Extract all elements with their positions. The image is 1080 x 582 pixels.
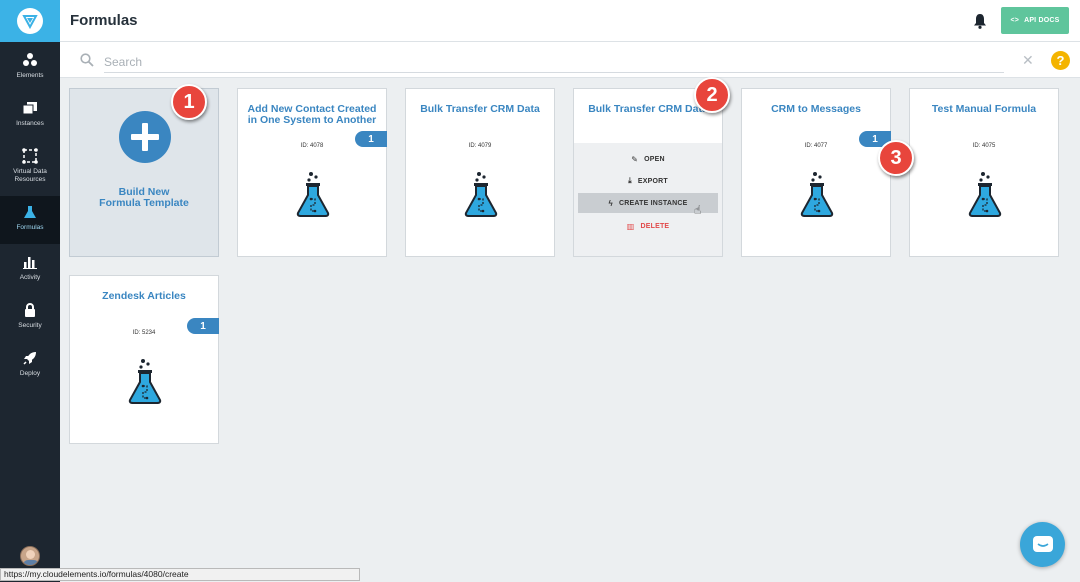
formula-title: Bulk Transfer CRM Data xyxy=(588,103,708,115)
plus-icon xyxy=(119,111,171,163)
card-action-menu: ✎ OPEN ⤓ EXPORT ϟ CREATE INSTANCE ▥ DELE… xyxy=(574,143,722,256)
flask-icon xyxy=(800,172,834,217)
build-formula-label: Build New Formula Template xyxy=(99,186,189,209)
status-url: https://my.cloudelements.io/formulas/408… xyxy=(0,568,360,581)
sidebar-item-instances[interactable]: Instances xyxy=(0,92,60,140)
formula-card[interactable]: Zendesk Articles ID: 5234 1 xyxy=(69,275,219,444)
hand-cursor-icon: ☝ xyxy=(694,203,702,217)
sidebar-item-elements[interactable]: Elements xyxy=(0,44,60,92)
api-docs-label: API DOCS xyxy=(1024,17,1060,24)
code-icon: <> xyxy=(1010,17,1020,24)
formula-card[interactable]: Bulk Transfer CRM Data ID: 4079 xyxy=(405,88,555,257)
elements-icon xyxy=(22,50,38,70)
logo-icon xyxy=(17,8,43,34)
formula-title: Add New Contact Created in One System to… xyxy=(247,103,377,126)
flask-icon xyxy=(296,172,330,217)
sidebar: Elements Instances Virtual Data Resource… xyxy=(0,0,60,582)
instance-count-badge[interactable]: 1 xyxy=(355,131,387,147)
formula-title: CRM to Messages xyxy=(771,103,861,115)
formula-card[interactable]: Bulk Transfer CRM Data ✎ OPEN ⤓ EXPORT ϟ… xyxy=(573,88,723,257)
chat-button[interactable] xyxy=(1020,522,1065,567)
formula-title: Bulk Transfer CRM Data xyxy=(420,103,540,115)
vdr-icon xyxy=(22,146,38,166)
flask-icon xyxy=(128,359,162,404)
chat-icon xyxy=(1032,535,1053,552)
step-marker-1: 1 xyxy=(171,84,207,120)
search-bar: ✕ ? xyxy=(60,42,1080,78)
step-marker-2: 2 xyxy=(694,77,730,113)
help-icon[interactable]: ? xyxy=(1051,51,1070,70)
sidebar-item-activity[interactable]: Activity xyxy=(0,246,60,294)
lightning-icon: ϟ xyxy=(608,198,613,208)
sidebar-item-label: Formulas xyxy=(16,224,44,231)
avatar[interactable] xyxy=(20,546,40,566)
search-input[interactable] xyxy=(104,51,1004,73)
sidebar-item-label: Activity xyxy=(19,274,41,281)
rocket-icon xyxy=(22,348,38,368)
lock-icon xyxy=(22,300,38,320)
api-docs-button[interactable]: <> API DOCS xyxy=(1001,7,1069,34)
formula-title: Test Manual Formula xyxy=(931,103,1037,115)
search-icon xyxy=(80,53,94,72)
pencil-icon: ✎ xyxy=(631,154,639,164)
flask-icon xyxy=(22,202,38,222)
download-icon: ⤓ xyxy=(628,176,632,185)
formula-id: ID: 4079 xyxy=(468,143,492,149)
bar-chart-icon xyxy=(22,252,38,272)
trash-icon: ▥ xyxy=(626,221,635,231)
sidebar-item-label: Elements xyxy=(16,72,44,79)
formula-id: ID: 4075 xyxy=(972,143,996,149)
formula-card[interactable]: Add New Contact Created in One System to… xyxy=(237,88,387,257)
open-menu-item[interactable]: ✎ OPEN xyxy=(578,149,718,169)
sidebar-item-formulas[interactable]: Formulas xyxy=(0,196,60,244)
sidebar-item-virtual-data-resources[interactable]: Virtual Data Resources xyxy=(0,140,60,188)
sidebar-item-label: Instances xyxy=(16,120,44,127)
flask-icon xyxy=(968,172,1002,217)
logo[interactable] xyxy=(0,0,60,42)
step-marker-3: 3 xyxy=(878,140,914,176)
export-menu-item[interactable]: ⤓ EXPORT xyxy=(578,171,718,191)
sidebar-item-label: Deploy xyxy=(19,370,41,377)
sidebar-item-security[interactable]: Security xyxy=(0,294,60,342)
delete-menu-item[interactable]: ▥ DELETE xyxy=(578,216,718,236)
formula-card[interactable]: CRM to Messages ID: 4077 1 xyxy=(741,88,891,257)
formula-card[interactable]: Test Manual Formula ID: 4075 xyxy=(909,88,1059,257)
header: Formulas <> API DOCS xyxy=(60,0,1080,42)
formula-title: Zendesk Articles xyxy=(102,290,186,302)
sidebar-item-deploy[interactable]: Deploy xyxy=(0,342,60,390)
page-title: Formulas xyxy=(70,12,138,29)
bell-icon[interactable] xyxy=(973,13,987,29)
sidebar-item-label: Security xyxy=(18,322,42,329)
instance-count-badge[interactable]: 1 xyxy=(187,318,219,334)
flask-icon xyxy=(464,172,498,217)
close-icon[interactable]: ✕ xyxy=(1022,53,1034,67)
sidebar-item-label: Virtual Data Resources xyxy=(13,168,47,183)
instances-icon xyxy=(22,98,38,118)
